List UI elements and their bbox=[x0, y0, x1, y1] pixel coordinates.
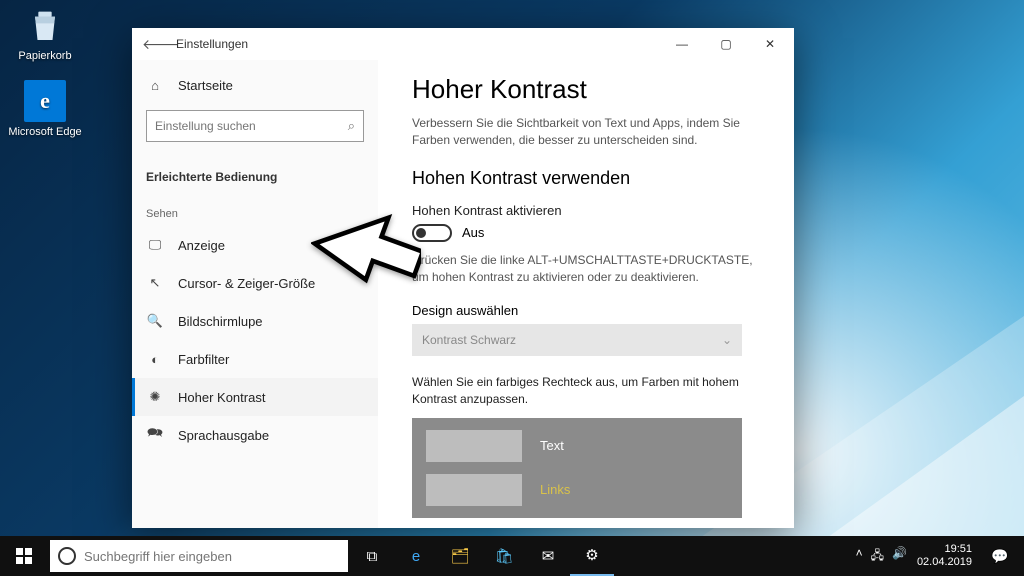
display-icon: 🖵 bbox=[146, 236, 164, 254]
search-icon: ⌕ bbox=[348, 118, 355, 134]
tray-volume-icon[interactable]: 🔊 bbox=[892, 546, 907, 567]
magnifier-icon: 🔍 bbox=[146, 312, 164, 330]
sidebar-item-high-contrast[interactable]: ✺ Hoher Kontrast bbox=[132, 378, 378, 416]
back-button[interactable]: 🡐 bbox=[142, 36, 170, 53]
start-button[interactable] bbox=[0, 536, 48, 576]
system-tray: ˄ 🖧 🔊 19:51 02.04.2019 💬 bbox=[856, 536, 1024, 576]
shortcut-hint: Drücken Sie die linke ALT-+UMSCHALTTASTE… bbox=[412, 252, 766, 286]
sidebar-item-label: Sprachausgabe bbox=[178, 428, 269, 443]
recycle-bin-icon bbox=[24, 4, 66, 46]
sidebar-item-magnifier[interactable]: 🔍 Bildschirmlupe bbox=[132, 302, 378, 340]
clock-date: 02.04.2019 bbox=[917, 556, 972, 569]
sidebar-item-display[interactable]: 🖵 Anzeige bbox=[132, 226, 378, 264]
clock-time: 19:51 bbox=[917, 543, 972, 556]
taskbar-store-icon[interactable]: 🛍 bbox=[482, 536, 526, 576]
swatch-label-links: Links bbox=[540, 482, 570, 497]
tray-network-icon[interactable]: 🖧 bbox=[871, 546, 884, 567]
window-title: Einstellungen bbox=[170, 37, 660, 51]
dropdown-value: Kontrast Schwarz bbox=[422, 333, 516, 347]
action-center-button[interactable]: 💬 bbox=[982, 548, 1018, 565]
high-contrast-icon: ✺ bbox=[146, 388, 164, 406]
section-heading: Hohen Kontrast verwenden bbox=[412, 168, 766, 189]
tray-chevron-icon[interactable]: ˄ bbox=[856, 546, 863, 567]
sidebar-item-label: Anzeige bbox=[178, 238, 225, 253]
toggle-label: Hohen Kontrast aktivieren bbox=[412, 203, 766, 218]
swatch-text[interactable] bbox=[426, 430, 522, 462]
taskbar: ⧉ e 🗂 🛍 ✉ ⚙ ˄ 🖧 🔊 19:51 02.04.2019 💬 bbox=[0, 536, 1024, 576]
taskbar-edge-icon[interactable]: e bbox=[394, 536, 438, 576]
taskbar-settings-icon[interactable]: ⚙ bbox=[570, 536, 614, 576]
swatch-instruction: Wählen Sie ein farbiges Rechteck aus, um… bbox=[412, 374, 766, 408]
swatch-label-text: Text bbox=[540, 438, 564, 453]
sidebar-category: Erleichterte Bedienung bbox=[132, 154, 378, 190]
desktop-icon-label: Papierkorb bbox=[8, 50, 82, 62]
edge-icon: e bbox=[24, 80, 66, 122]
sidebar-item-colorfilter[interactable]: ◐ Farbfilter bbox=[132, 340, 378, 378]
sidebar-item-label: Cursor- & Zeiger-Größe bbox=[178, 276, 315, 291]
sidebar-item-label: Hoher Kontrast bbox=[178, 390, 265, 405]
desktop-icon-edge[interactable]: e Microsoft Edge bbox=[8, 80, 82, 138]
taskbar-clock[interactable]: 19:51 02.04.2019 bbox=[917, 543, 972, 568]
settings-search[interactable]: ⌕ bbox=[146, 110, 364, 142]
window-close-button[interactable]: ✕ bbox=[748, 28, 792, 60]
sidebar-item-narrator[interactable]: 🗪 Sprachausgabe bbox=[132, 416, 378, 454]
narrator-icon: 🗪 bbox=[146, 426, 164, 444]
taskbar-search[interactable] bbox=[50, 540, 348, 572]
color-swatch-panel: Text Links bbox=[412, 418, 742, 518]
taskbar-mail-icon[interactable]: ✉ bbox=[526, 536, 570, 576]
sidebar-item-label: Farbfilter bbox=[178, 352, 229, 367]
toggle-state: Aus bbox=[462, 225, 484, 240]
cursor-icon: ↖ bbox=[146, 274, 164, 292]
home-icon: ⌂ bbox=[146, 76, 164, 94]
sidebar-item-label: Startseite bbox=[178, 78, 233, 93]
swatch-links[interactable] bbox=[426, 474, 522, 506]
sidebar-item-label: Bildschirmlupe bbox=[178, 314, 263, 329]
desktop-icon-recycle-bin[interactable]: Papierkorb bbox=[8, 4, 82, 62]
window-minimize-button[interactable]: — bbox=[660, 28, 704, 60]
window-titlebar: 🡐 Einstellungen — ▢ ✕ bbox=[132, 28, 794, 60]
high-contrast-toggle[interactable] bbox=[412, 224, 452, 242]
taskbar-search-input[interactable] bbox=[84, 549, 340, 564]
page-description: Verbessern Sie die Sichtbarkeit von Text… bbox=[412, 115, 762, 150]
design-select-label: Design auswählen bbox=[412, 303, 766, 318]
settings-sidebar: ⌂ Startseite ⌕ Erleichterte Bedienung Se… bbox=[132, 60, 378, 528]
settings-window: 🡐 Einstellungen — ▢ ✕ ⌂ Startseite ⌕ Erl… bbox=[132, 28, 794, 528]
cortana-icon bbox=[58, 547, 76, 565]
task-view-button[interactable]: ⧉ bbox=[350, 536, 394, 576]
settings-search-input[interactable] bbox=[155, 119, 348, 133]
page-title: Hoher Kontrast bbox=[412, 74, 766, 105]
theme-dropdown[interactable]: Kontrast Schwarz ⌄ bbox=[412, 324, 742, 356]
sidebar-item-cursor[interactable]: ↖ Cursor- & Zeiger-Größe bbox=[132, 264, 378, 302]
color-filter-icon: ◐ bbox=[146, 350, 164, 368]
desktop-icon-label: Microsoft Edge bbox=[8, 126, 82, 138]
sidebar-home[interactable]: ⌂ Startseite bbox=[132, 66, 378, 104]
sidebar-group-label: Sehen bbox=[132, 190, 378, 226]
chevron-down-icon: ⌄ bbox=[722, 333, 732, 347]
taskbar-explorer-icon[interactable]: 🗂 bbox=[438, 536, 482, 576]
window-maximize-button[interactable]: ▢ bbox=[704, 28, 748, 60]
settings-content: Hoher Kontrast Verbessern Sie die Sichtb… bbox=[378, 60, 794, 528]
